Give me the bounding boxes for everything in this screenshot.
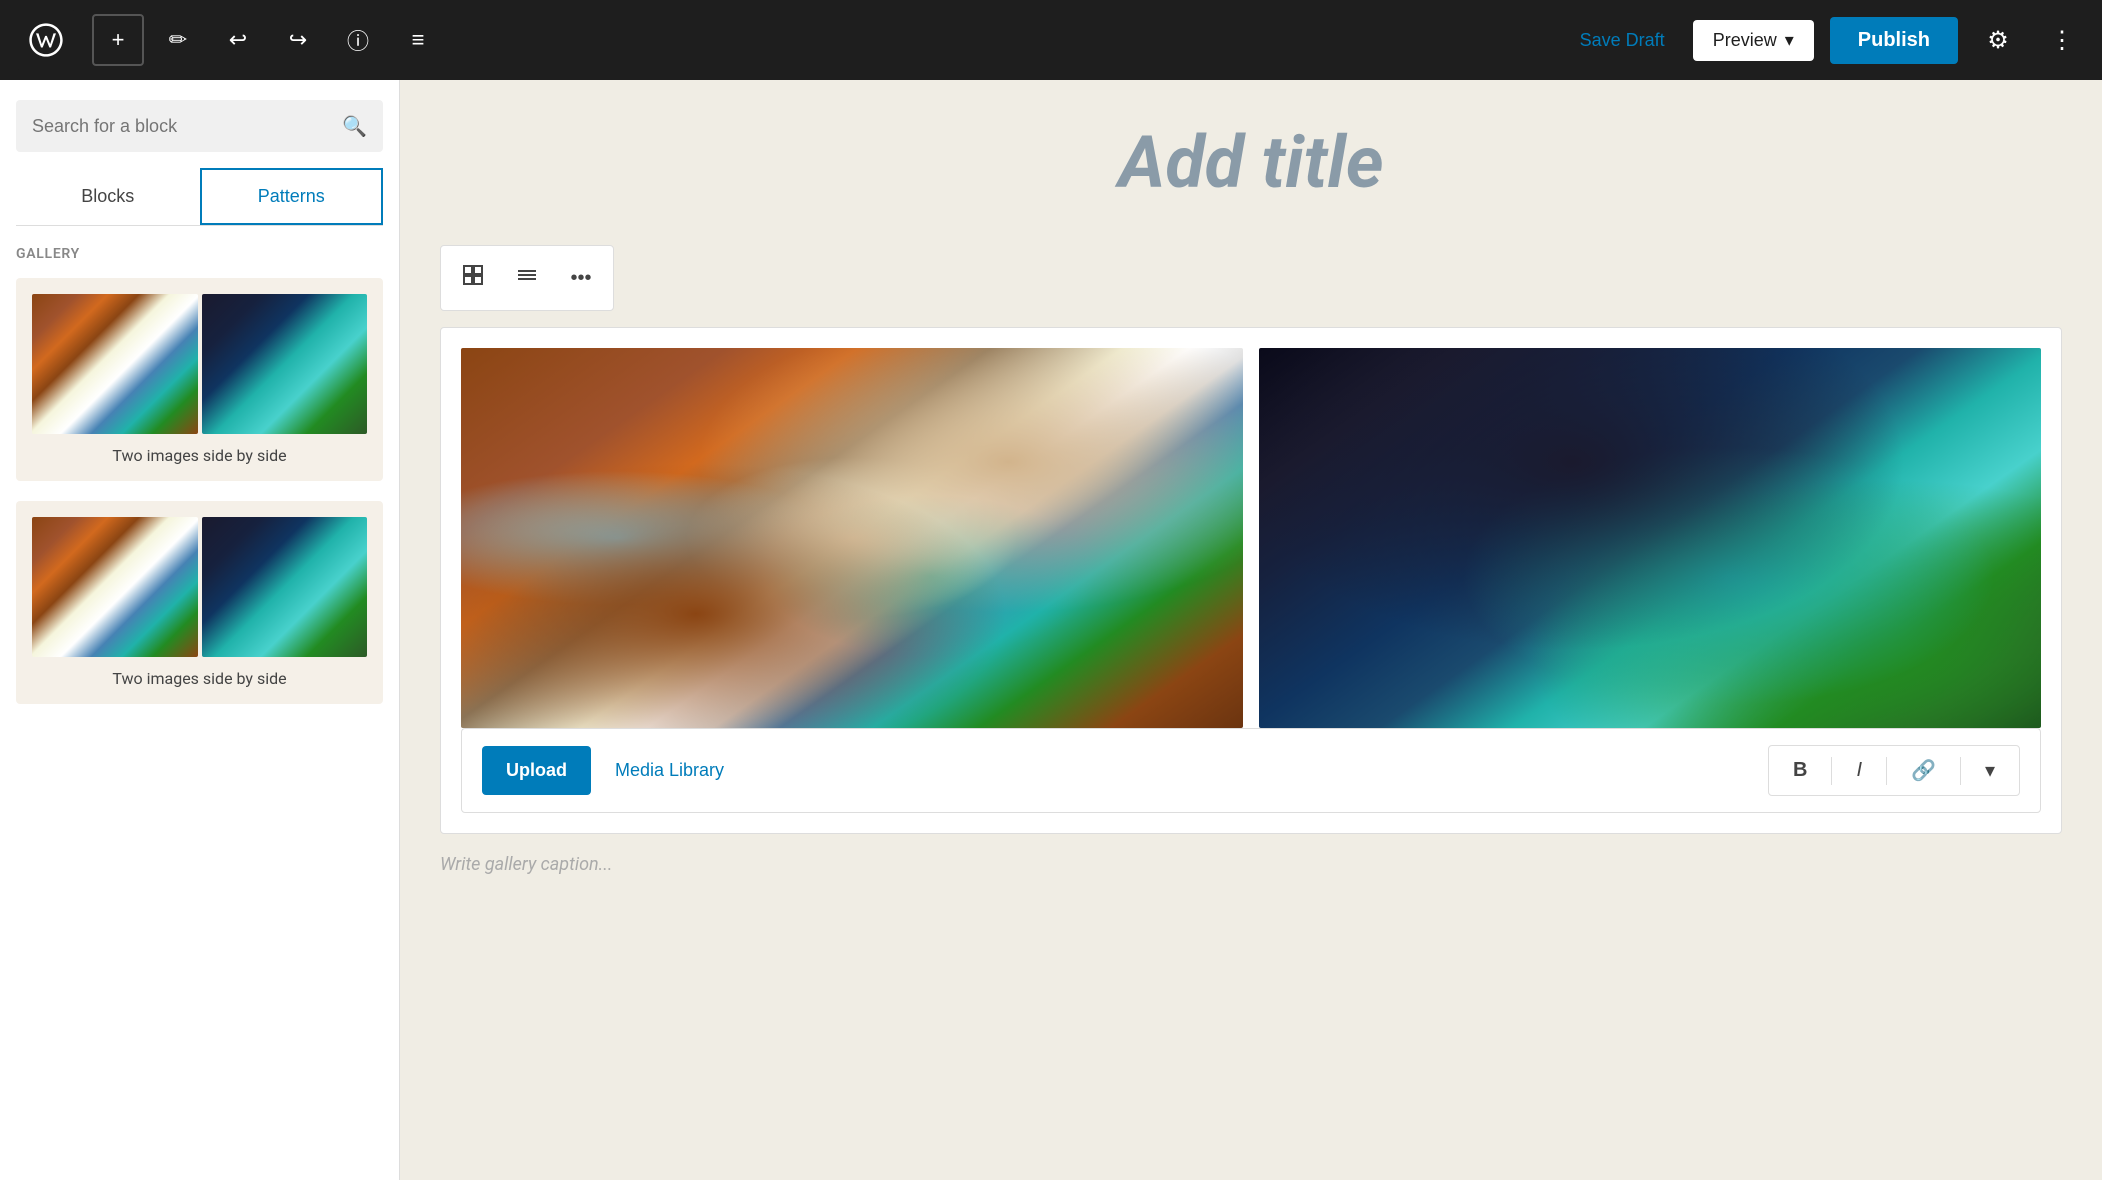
pattern-card-1[interactable]: Two images side by side <box>16 278 383 481</box>
preview-label: Preview <box>1713 30 1777 51</box>
search-box[interactable]: 🔍 <box>16 100 383 152</box>
caption-area[interactable]: Write gallery caption... <box>440 834 2062 895</box>
tabs: Blocks Patterns <box>16 168 383 226</box>
bold-button[interactable]: B <box>1785 755 1815 786</box>
vertical-dots-icon: ⋮ <box>2050 26 2074 55</box>
gallery-icon <box>461 263 485 293</box>
more-options-button[interactable]: ⋮ <box>2038 16 2086 64</box>
pattern-thumbnail-2a <box>32 517 198 657</box>
edit-button[interactable]: ✏ <box>152 14 204 66</box>
main-layout: 🔍 Blocks Patterns GALLERY Two images sid… <box>0 80 2102 1180</box>
formatting-toolbar: B I 🔗 ▾ <box>1768 745 2020 796</box>
settings-button[interactable]: ⚙ <box>1974 16 2022 64</box>
pattern-label-2: Two images side by side <box>32 669 367 688</box>
search-input[interactable] <box>32 116 330 137</box>
editor-area: Add title <box>400 80 2102 1180</box>
separator-2 <box>1886 757 1887 785</box>
pattern-images-1 <box>32 294 367 434</box>
toolbar-right: Save Draft Preview ▾ Publish ⚙ ⋮ <box>1568 16 2086 64</box>
gallery-section: GALLERY Two images side by side Two imag… <box>0 226 399 744</box>
gear-icon: ⚙ <box>1987 26 2009 55</box>
sidebar: 🔍 Blocks Patterns GALLERY Two images sid… <box>0 80 400 1180</box>
pattern-card-2[interactable]: Two images side by side <box>16 501 383 704</box>
more-format-button[interactable]: ▾ <box>1977 754 2003 787</box>
undo-button[interactable]: ↩ <box>212 14 264 66</box>
link-button[interactable]: 🔗 <box>1903 754 1944 787</box>
gallery-view-button[interactable] <box>447 252 499 304</box>
italic-button[interactable]: I <box>1848 755 1870 786</box>
top-toolbar: + ✏ ↩ ↪ ⓘ ≡ Save Draft Preview ▾ Publish… <box>0 0 2102 80</box>
gallery-image-2[interactable] <box>1259 348 2041 728</box>
info-icon: ⓘ <box>347 24 369 56</box>
list-icon: ≡ <box>412 27 425 53</box>
link-icon: 🔗 <box>1911 758 1936 783</box>
post-title[interactable]: Add title <box>440 120 2062 205</box>
gallery-images <box>461 348 2041 728</box>
list-view-button[interactable]: ≡ <box>392 14 444 66</box>
gallery-block: Upload Media Library B I 🔗 ▾ <box>440 327 2062 834</box>
undo-icon: ↩ <box>229 27 247 53</box>
media-library-button[interactable]: Media Library <box>607 752 732 789</box>
search-icon: 🔍 <box>342 114 367 138</box>
pattern-images-2 <box>32 517 367 657</box>
upload-button[interactable]: Upload <box>482 746 591 795</box>
save-draft-button[interactable]: Save Draft <box>1568 22 1677 59</box>
pattern-label-1: Two images side by side <box>32 446 367 465</box>
tab-blocks[interactable]: Blocks <box>16 168 200 225</box>
publish-button[interactable]: Publish <box>1830 17 1958 64</box>
chevron-down-format-icon: ▾ <box>1985 758 1995 783</box>
add-block-button[interactable]: + <box>92 14 144 66</box>
layout-icon <box>515 263 539 293</box>
pattern-thumbnail-2b <box>202 517 368 657</box>
tab-patterns[interactable]: Patterns <box>200 168 384 225</box>
plus-icon: + <box>112 27 125 53</box>
pattern-thumbnail-1b <box>202 294 368 434</box>
layout-button[interactable] <box>501 252 553 304</box>
redo-icon: ↪ <box>289 27 307 53</box>
separator-1 <box>1831 757 1832 785</box>
redo-button[interactable]: ↪ <box>272 14 324 66</box>
ellipsis-icon: ••• <box>570 267 591 290</box>
separator-3 <box>1960 757 1961 785</box>
more-options-block-button[interactable]: ••• <box>555 252 607 304</box>
wp-logo[interactable] <box>16 10 76 70</box>
pen-icon: ✏ <box>169 27 187 53</box>
chevron-down-icon: ▾ <box>1785 30 1794 51</box>
info-button[interactable]: ⓘ <box>332 14 384 66</box>
gallery-image-1[interactable] <box>461 348 1243 728</box>
preview-button[interactable]: Preview ▾ <box>1693 20 1814 61</box>
pattern-thumbnail-1a <box>32 294 198 434</box>
upload-toolbar: Upload Media Library B I 🔗 ▾ <box>461 728 2041 813</box>
block-toolbar: ••• <box>440 245 614 311</box>
gallery-label: GALLERY <box>16 246 383 262</box>
